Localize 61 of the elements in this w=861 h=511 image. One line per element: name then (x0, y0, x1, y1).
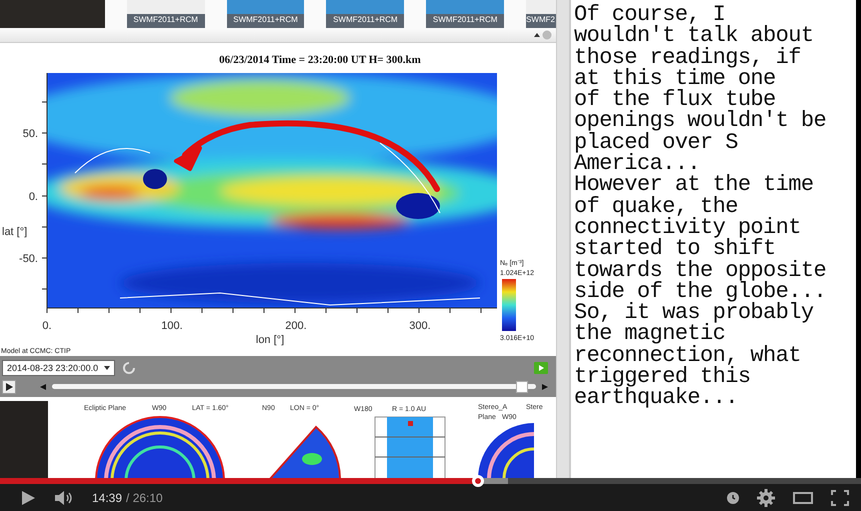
collapse-close-icon[interactable] (532, 30, 552, 40)
caption-line: of the flux tube (574, 89, 776, 110)
y-tick-label: 0. (28, 191, 38, 203)
thumbnail-label: SWMF2011+RCM (233, 15, 298, 26)
thumbnail[interactable]: SWMF2011+RCM (326, 0, 404, 28)
caption-line: those readings, if (574, 46, 802, 68)
caption-line: of quake, the (574, 196, 739, 217)
thumbnail-label: SWMF2011+RCM (432, 15, 498, 26)
caption-line: triggered this (574, 366, 752, 388)
play-icon[interactable] (20, 490, 36, 506)
y-tick-label: 50. (22, 128, 38, 140)
caption-line: openings wouldn't be (574, 110, 828, 132)
time-dropdown[interactable]: 2014-08-23 23:20:00.0 (2, 360, 116, 376)
caption-line: side of the globe... (574, 280, 828, 302)
low-density-spot (396, 193, 440, 219)
caption-line: at this time one (574, 68, 777, 90)
caption-line: earthquake... (574, 387, 739, 409)
settings-icon[interactable] (757, 488, 775, 506)
video-icon[interactable] (534, 362, 548, 374)
scrollbar[interactable] (556, 0, 569, 478)
caption-line: started to shift (574, 238, 776, 260)
duration: / 26:10 (126, 490, 163, 504)
caption-line: However at the time (574, 174, 814, 196)
fullscreen-icon[interactable] (831, 490, 849, 506)
thumbnail-label: SWMF2011+RCM (333, 15, 398, 26)
caption-line: So, it was probably (574, 302, 814, 324)
y-tick-label: -50. (19, 253, 38, 265)
caption-line: wouldn't talk about (574, 25, 814, 47)
x-axis-label: lon [°] (256, 334, 284, 346)
step-forward-icon[interactable] (542, 384, 548, 390)
caption-line: America... (574, 153, 702, 174)
current-time: 14:39 (92, 490, 122, 504)
caption-line: towards the opposite (574, 260, 828, 281)
caption-line: placed over S (574, 132, 739, 154)
thumbnail-label: SWMF2011+RCM (133, 15, 198, 26)
caret-icon (104, 366, 110, 370)
play-button[interactable] (2, 380, 16, 394)
thumbnail-label: SWMF2 (526, 15, 555, 26)
colorbar (502, 279, 516, 331)
clock-icon[interactable] (727, 492, 739, 504)
theater-mode-icon[interactable] (793, 490, 813, 504)
refresh-icon[interactable] (121, 360, 138, 376)
volume-icon[interactable] (54, 490, 74, 506)
y-axis-label: lat [°] (2, 226, 28, 238)
caption-line: connectivity point (574, 216, 802, 238)
thumbnail[interactable]: SWMF2011+RCM (226, 0, 304, 28)
caption-line: reconnection, what (574, 344, 802, 366)
x-tick-label: 200. (285, 320, 307, 332)
thumbnail[interactable]: SWMF2011+RCM (426, 0, 504, 28)
thumbnail[interactable]: SWMF2011+RCM (126, 0, 205, 28)
thumbnail[interactable]: SWMF2 (526, 0, 556, 28)
x-tick-label: 0. (42, 320, 52, 332)
slider-handle[interactable] (516, 381, 528, 393)
plot-title: 06/23/2014 Time = 23:20:00 UT H= 300.km (219, 54, 421, 66)
low-density-spot (143, 169, 167, 189)
step-back-icon[interactable] (40, 384, 46, 390)
caption-line: Of course, I (574, 4, 726, 26)
caption-line: the magnetic (574, 323, 726, 345)
x-tick-label: 300. (409, 320, 431, 332)
play-icon (5, 382, 13, 390)
x-tick-label: 100. (161, 320, 183, 332)
